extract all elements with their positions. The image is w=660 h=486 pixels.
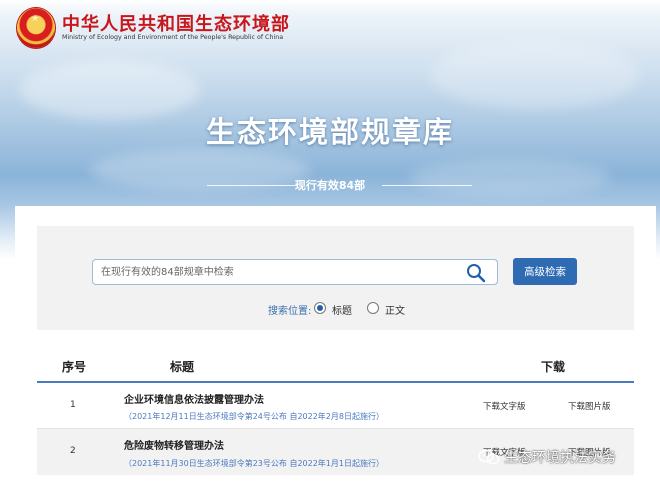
radio-title[interactable] (314, 302, 326, 314)
row-number: 2 (70, 446, 76, 456)
regulation-date: （2021年12月11日生态环境部令第24号公布 自2022年2月8日起施行） (124, 412, 384, 421)
page-title: 生态环境部规章库 (205, 115, 454, 149)
regulation-title-link[interactable]: 危险废物转移管理办法 (124, 437, 224, 452)
search-position-label: 搜索位置: (268, 306, 312, 317)
column-header-no: 序号 (62, 360, 87, 374)
row-number: 1 (70, 400, 76, 410)
radio-title-label[interactable]: 标题 (332, 302, 352, 317)
download-image-link[interactable]: 下载图片版 (568, 400, 611, 412)
column-header-title: 标题 (170, 360, 195, 374)
site-header: ★ 中华人民共和国生态环境部 Ministry of Ecology and E… (0, 0, 660, 56)
column-header-download: 下载 (541, 360, 566, 374)
divider-line (382, 185, 472, 186)
search-input[interactable] (101, 263, 461, 281)
radio-fulltext-label[interactable]: 正文 (385, 302, 405, 317)
ministry-name-en: Ministry of Ecology and Environment of t… (62, 34, 284, 41)
ministry-name-cn[interactable]: 中华人民共和国生态环境部 (62, 10, 290, 36)
search-box[interactable] (92, 259, 498, 285)
count-label: 现行有效84部 (294, 179, 366, 192)
regulation-count: 现行有效84部 (0, 177, 660, 193)
search-icon[interactable] (466, 263, 486, 283)
wechat-icon (478, 449, 500, 465)
regulation-title-link[interactable]: 企业环境信息依法披露管理办法 (124, 391, 264, 406)
download-text-link[interactable]: 下载文字版 (483, 400, 526, 412)
advanced-search-button[interactable]: 高级检索 (513, 258, 577, 285)
table-header-rule (37, 381, 634, 383)
regulation-date: （2021年11月30日生态环境部令第23号公布 自2022年1月1日起施行） (124, 459, 384, 468)
radio-fulltext[interactable] (367, 302, 379, 314)
watermark-text: 生态环境执法实务 (504, 450, 616, 466)
star-icon: ★ (31, 14, 40, 24)
wechat-watermark: 生态环境执法实务 (478, 446, 658, 468)
